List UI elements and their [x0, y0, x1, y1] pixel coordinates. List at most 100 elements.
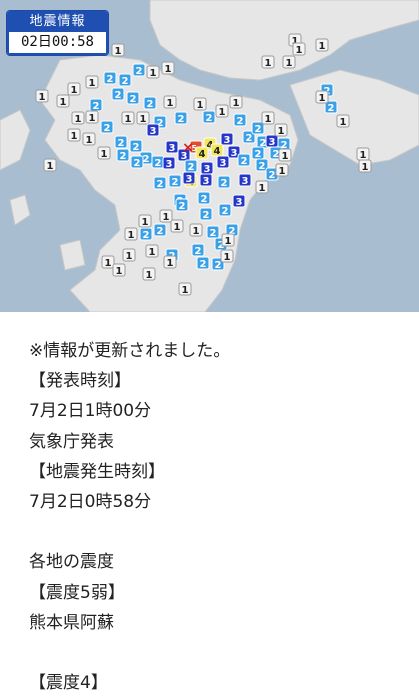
station-value: 2 — [188, 162, 195, 173]
station-value: 1 — [163, 212, 170, 223]
station-value: 1 — [101, 149, 108, 160]
report-line: 熊本県阿蘇 — [29, 612, 114, 633]
station-value: 1 — [165, 64, 172, 75]
station-value: 2 — [157, 226, 164, 237]
report-line: 7月2日0時58分 — [29, 491, 152, 512]
station-value: 2 — [122, 76, 129, 87]
intensity-station-1: 1 — [255, 180, 269, 194]
station-value: 2 — [133, 142, 140, 153]
station-value: 1 — [197, 100, 204, 111]
intensity-station-3: 3 — [232, 194, 246, 208]
station-value: 1 — [146, 270, 153, 281]
station-value: 1 — [140, 114, 147, 125]
intensity-station-1: 1 — [43, 158, 57, 172]
intensity-station-1: 1 — [292, 42, 306, 56]
intensity-station-1: 1 — [111, 43, 125, 57]
intensity-station-1: 1 — [356, 147, 370, 161]
station-value: 1 — [174, 222, 181, 233]
station-value: 2 — [255, 149, 262, 160]
station-value: 3 — [269, 137, 276, 148]
intensity-station-2: 2 — [151, 155, 165, 169]
intensity-station-2: 2 — [153, 223, 167, 237]
intensity-station-1: 1 — [138, 214, 152, 228]
station-value: 2 — [134, 158, 141, 169]
station-value: 2 — [237, 116, 244, 127]
intensity-station-1: 1 — [358, 159, 372, 173]
intensity-station-1: 1 — [275, 163, 289, 177]
intensity-station-1: 1 — [142, 267, 156, 281]
station-value: 3 — [231, 148, 238, 159]
station-value: 3 — [204, 164, 211, 175]
intensity-station-1: 1 — [220, 249, 234, 263]
station-value: 2 — [179, 201, 186, 212]
station-value: 3 — [242, 176, 249, 187]
badge-time: 02日00:58 — [7, 32, 108, 55]
intensity-station-1: 1 — [124, 227, 138, 241]
station-value: 1 — [279, 166, 286, 177]
station-value: 3 — [236, 197, 243, 208]
seismic-intensity-map[interactable]: 1111112112211112221221122121213111111222… — [0, 0, 419, 312]
intensity-station-1: 1 — [261, 55, 275, 69]
intensity-station-1: 1 — [193, 97, 207, 111]
intensity-station-2: 2 — [129, 139, 143, 153]
intensity-station-3: 3 — [200, 161, 214, 175]
station-value: 2 — [104, 123, 111, 134]
station-value: 1 — [278, 126, 285, 137]
station-value: 3 — [166, 159, 173, 170]
intensity-station-1: 1 — [146, 65, 160, 79]
intensity-station-3: 3 — [265, 134, 279, 148]
station-value: 1 — [150, 68, 157, 79]
intensity-station-2: 2 — [206, 225, 220, 239]
station-value: 1 — [233, 98, 240, 109]
intensity-station-3: 3 — [162, 156, 176, 170]
intensity-station-1: 1 — [145, 244, 159, 258]
station-value: 1 — [265, 114, 272, 125]
station-value: 2 — [178, 114, 185, 125]
station-value: 2 — [107, 74, 114, 85]
intensity-station-2: 2 — [168, 174, 182, 188]
shikoku-land — [289, 69, 419, 166]
badge-title: 地震情報 — [7, 11, 108, 32]
intensity-station-2: 2 — [233, 113, 247, 127]
station-value: 1 — [60, 97, 67, 108]
station-value: 1 — [193, 226, 200, 237]
station-value: 2 — [147, 99, 154, 110]
intensity-station-3: 3 — [146, 123, 160, 137]
report-line: 【地震発生時刻】 — [29, 461, 165, 482]
station-value: 1 — [360, 150, 367, 161]
report-line: 7月2日1時00分 — [29, 401, 152, 422]
intensity-station-1: 1 — [112, 263, 126, 277]
intensity-station-2: 2 — [89, 98, 103, 112]
intensity-station-2: 2 — [199, 207, 213, 221]
intensity-station-1: 1 — [97, 146, 111, 160]
station-value: 2 — [195, 246, 202, 257]
station-value: 2 — [246, 133, 253, 144]
intensity-station-3: 3 — [182, 171, 196, 185]
intensity-station-1: 1 — [170, 219, 184, 233]
station-value: 2 — [118, 138, 125, 149]
intensity-station-3: 3 — [216, 155, 230, 169]
earthquake-report-text: ※情報が更新されました。 【発表時刻】 7月2日1時00分 気象庁発表 【地震発生時刻】… — [29, 336, 409, 698]
intensity-station-1: 1 — [315, 38, 329, 52]
intensity-station-1: 1 — [189, 223, 203, 237]
report-line: 【震度5弱】 — [29, 582, 125, 603]
station-value: 2 — [206, 113, 213, 124]
intensity-station-1: 1 — [336, 114, 350, 128]
intensity-station-2: 2 — [197, 191, 211, 205]
intensity-station-1: 1 — [159, 209, 173, 223]
station-value: 1 — [115, 46, 122, 57]
intensity-station-2: 2 — [132, 63, 146, 77]
station-value: 1 — [182, 285, 189, 296]
intensity-station-1: 1 — [163, 255, 177, 269]
station-value: 1 — [340, 117, 347, 128]
station-value: 1 — [225, 236, 232, 247]
intensity-station-4: 4 — [210, 143, 224, 157]
intensity-station-1: 1 — [163, 95, 177, 109]
intensity-station-2: 2 — [174, 111, 188, 125]
station-value: 2 — [328, 103, 335, 114]
station-value: 3 — [169, 143, 176, 154]
intensity-station-2: 2 — [143, 96, 157, 110]
intensity-station-1: 1 — [136, 111, 150, 125]
station-value: 2 — [273, 149, 280, 160]
